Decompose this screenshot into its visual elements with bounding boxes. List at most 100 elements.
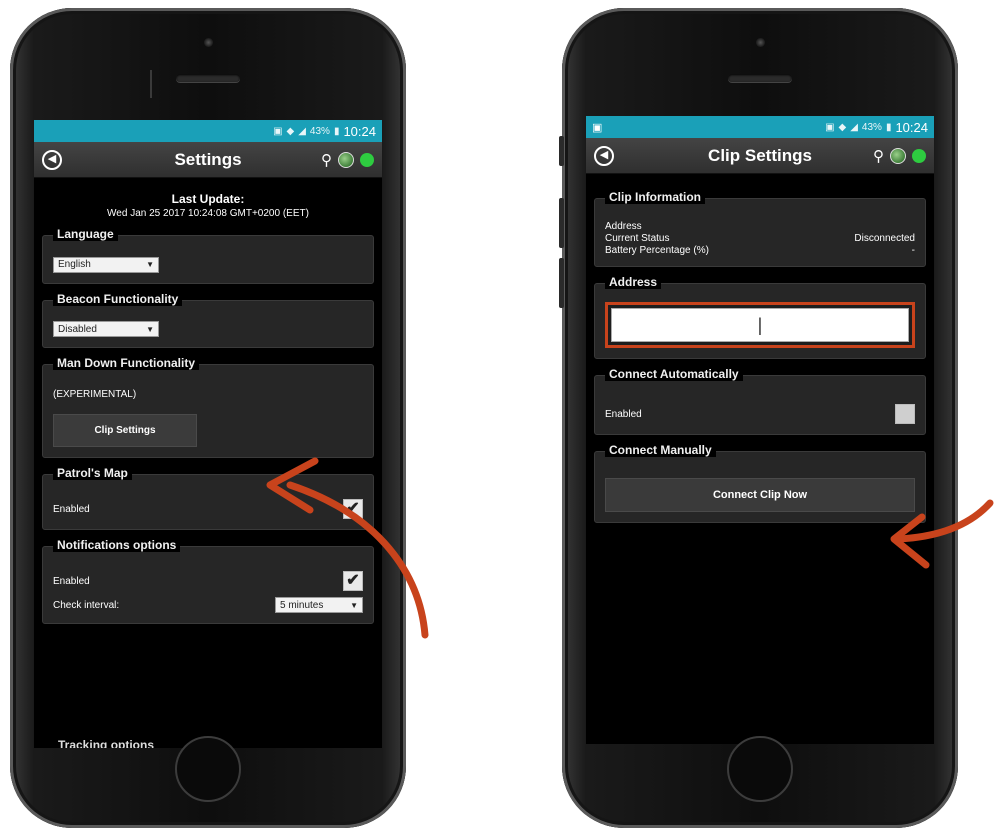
globe-icon[interactable] xyxy=(890,147,906,164)
info-row: Battery Percentage (%) - xyxy=(605,245,915,256)
signal-icon: ◢ xyxy=(850,121,858,133)
notifications-enabled-row: Enabled ✔ xyxy=(53,571,363,591)
notifications-label: Enabled xyxy=(53,575,90,587)
info-value: - xyxy=(911,245,915,256)
beacon-select-value: Disabled xyxy=(58,323,97,335)
connect-auto-label: Enabled xyxy=(605,408,642,420)
phone-left: ▣ ◆ ◢ 43% ▮ 10:24 ◀ Settings ⚲ Last Upda… xyxy=(10,8,406,828)
back-button[interactable]: ◀ xyxy=(594,145,614,166)
patrols-map-row: Enabled ✔ xyxy=(53,499,363,519)
last-update: Last Update: Wed Jan 25 2017 10:24:08 GM… xyxy=(42,192,374,219)
patrols-map-label: Enabled xyxy=(53,503,90,515)
section-title: Connect Manually xyxy=(605,443,716,457)
section-title: Man Down Functionality xyxy=(53,356,199,370)
notifications-section: Notifications options Enabled ✔ Check in… xyxy=(42,538,374,624)
location-pin-icon[interactable]: ⚲ xyxy=(321,151,332,169)
sensor-mark xyxy=(150,70,152,98)
clip-info-section: Clip Information Address Current Status … xyxy=(594,190,926,267)
back-button[interactable]: ◀ xyxy=(42,149,62,170)
phone-right: ▣ ▣ ◆ ◢ 43% ▮ 10:24 ◀ Clip Settings ⚲ Cl… xyxy=(559,8,958,828)
last-update-title: Last Update: xyxy=(171,192,245,206)
section-title: Notifications options xyxy=(53,538,181,552)
language-section: Language English ▼ xyxy=(42,227,374,284)
address-input-highlight: | xyxy=(605,302,915,348)
signal-icon: ◢ xyxy=(298,125,306,137)
section-title: Patrol's Map xyxy=(53,466,132,480)
check-interval-row: Check interval: 5 minutes ▼ xyxy=(53,597,363,613)
check-interval-value: 5 minutes xyxy=(280,599,324,611)
clock: 10:24 xyxy=(895,119,928,135)
connect-auto-checkbox[interactable] xyxy=(895,404,915,424)
dropdown-arrow-icon: ▼ xyxy=(146,324,154,334)
battery-icon: ▮ xyxy=(333,125,340,137)
screen-settings: ▣ ◆ ◢ 43% ▮ 10:24 ◀ Settings ⚲ Last Upda… xyxy=(34,120,382,748)
camera xyxy=(204,38,213,47)
camera xyxy=(756,38,765,47)
action-icons: ⚲ xyxy=(873,147,926,165)
section-title: Beacon Functionality xyxy=(53,291,183,306)
online-status-icon xyxy=(912,148,926,163)
language-select[interactable]: English ▼ xyxy=(53,256,159,273)
language-select-value: English xyxy=(58,259,91,270)
speaker xyxy=(176,74,240,82)
check-interval-select[interactable]: 5 minutes ▼ xyxy=(275,597,363,613)
action-icons: ⚲ xyxy=(321,151,374,169)
mute-switch xyxy=(559,136,564,166)
back-icon: ◀ xyxy=(599,149,609,161)
volume-down-button xyxy=(559,258,564,308)
beacon-section: Beacon Functionality Disabled ▼ xyxy=(42,291,374,348)
dropdown-arrow-icon: ▼ xyxy=(146,260,154,269)
clip-info-grid: Address Current Status Disconnected Batt… xyxy=(605,221,915,256)
info-label: Address xyxy=(605,221,642,232)
wifi-icon: ◆ xyxy=(286,125,295,137)
nfc-icon: ▣ xyxy=(273,125,283,137)
volume-up-button xyxy=(559,198,564,248)
connect-auto-section: Connect Automatically Enabled xyxy=(594,367,926,435)
patrols-map-section: Patrol's Map Enabled ✔ xyxy=(42,466,374,530)
online-status-icon xyxy=(360,152,374,167)
info-row: Current Status Disconnected xyxy=(605,233,915,244)
notifications-checkbox[interactable]: ✔ xyxy=(343,571,363,591)
connect-auto-row: Enabled xyxy=(605,404,915,424)
clip-settings-button[interactable]: Clip Settings xyxy=(53,414,197,447)
section-title: Language xyxy=(53,227,118,241)
action-bar: ◀ Clip Settings ⚲ xyxy=(586,138,934,174)
info-value: Disconnected xyxy=(854,233,915,244)
settings-content: Last Update: Wed Jan 25 2017 10:24:08 GM… xyxy=(34,178,382,632)
wifi-icon: ◆ xyxy=(838,121,847,133)
connect-clip-now-button[interactable]: Connect Clip Now xyxy=(605,478,915,512)
section-title: Address xyxy=(605,275,662,289)
status-bar: ▣ ▣ ◆ ◢ 43% ▮ 10:24 xyxy=(586,116,934,138)
back-icon: ◀ xyxy=(47,153,57,165)
check-interval-label: Check interval: xyxy=(53,599,120,611)
clip-settings-content: Clip Information Address Current Status … xyxy=(586,174,934,531)
section-title: Clip Information xyxy=(605,190,705,204)
battery-percent: 43% xyxy=(861,121,882,133)
experimental-note: (EXPERIMENTAL) xyxy=(53,389,137,400)
info-label: Current Status xyxy=(605,233,670,244)
screen-clip-settings: ▣ ▣ ◆ ◢ 43% ▮ 10:24 ◀ Clip Settings ⚲ Cl… xyxy=(586,116,934,744)
battery-icon: ▮ xyxy=(885,121,892,133)
globe-icon[interactable] xyxy=(338,151,354,168)
address-section: Address | xyxy=(594,275,926,359)
speaker xyxy=(728,74,792,82)
action-bar: ◀ Settings ⚲ xyxy=(34,142,382,178)
info-label: Battery Percentage (%) xyxy=(605,245,709,256)
address-input[interactable]: | xyxy=(611,308,909,342)
section-title: Connect Automatically xyxy=(605,367,743,381)
man-down-section: Man Down Functionality (EXPERIMENTAL) Cl… xyxy=(42,356,374,458)
nfc-icon: ▣ xyxy=(825,121,835,133)
info-row: Address xyxy=(605,221,915,232)
connect-manual-section: Connect Manually Connect Clip Now xyxy=(594,443,926,523)
beacon-select[interactable]: Disabled ▼ xyxy=(53,321,159,337)
tracking-section-title: Tracking options xyxy=(58,738,155,748)
clock: 10:24 xyxy=(343,123,376,139)
battery-percent: 43% xyxy=(309,125,330,137)
gallery-icon: ▣ xyxy=(592,121,603,134)
dropdown-arrow-icon: ▼ xyxy=(350,600,358,610)
location-pin-icon[interactable]: ⚲ xyxy=(873,147,884,165)
home-button[interactable] xyxy=(727,736,793,802)
home-button[interactable] xyxy=(175,736,241,802)
status-bar: ▣ ◆ ◢ 43% ▮ 10:24 xyxy=(34,120,382,142)
patrols-map-checkbox[interactable]: ✔ xyxy=(343,499,363,519)
